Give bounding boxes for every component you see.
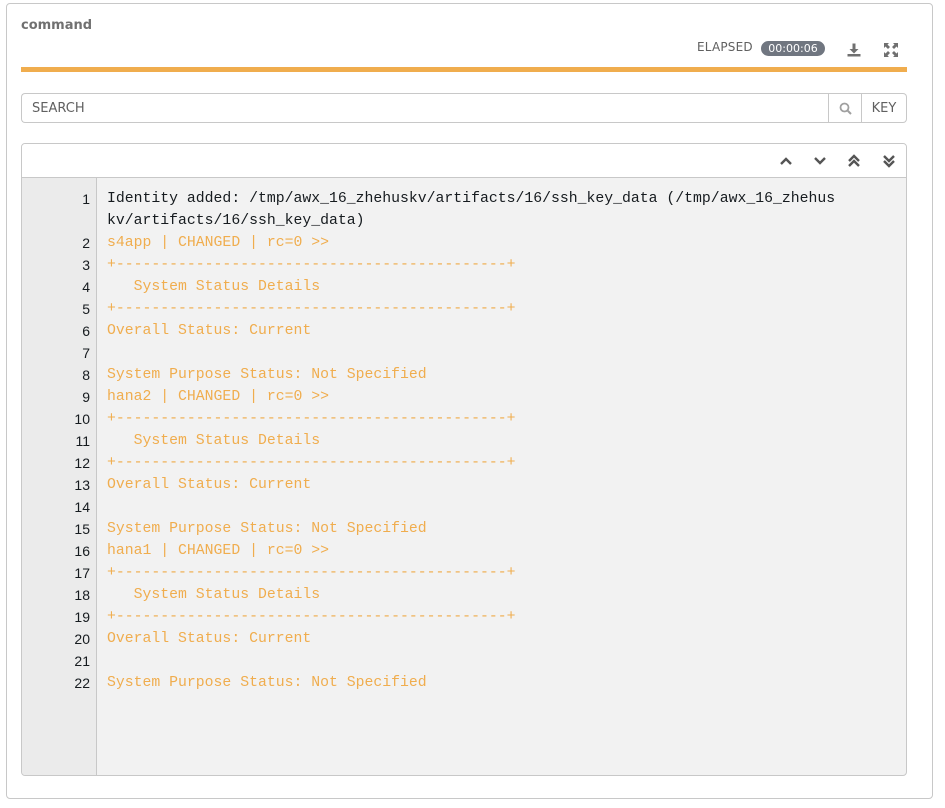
stdout-line: 13 Overall Status: Current bbox=[22, 474, 906, 496]
line-text: Overall Status: Current bbox=[107, 477, 312, 493]
stdout-body: 1 Identity added: /tmp/awx_16_zhehuskv/ar… bbox=[22, 178, 906, 775]
stdout-line: 2 s4app | CHANGED | rc=0 >> bbox=[22, 232, 906, 254]
expand-icon bbox=[884, 43, 898, 57]
stdout-panel: 1 Identity added: /tmp/awx_16_zhehuskv/ar… bbox=[21, 143, 907, 776]
stdout-line: 3 +--------------------------------------… bbox=[22, 254, 906, 276]
line-number: 20 bbox=[74, 631, 90, 647]
line-number: 4 bbox=[82, 279, 90, 295]
stdout-line: 5 +--------------------------------------… bbox=[22, 298, 906, 320]
line-number: 17 bbox=[74, 565, 90, 581]
line-text bbox=[96, 650, 837, 672]
line-text: hana2 | CHANGED | rc=0 >> bbox=[107, 389, 329, 405]
line-number: 2 bbox=[82, 235, 90, 251]
line-number: 5 bbox=[82, 301, 90, 317]
stdout-line: 7 bbox=[22, 342, 906, 364]
line-text: Identity added: /tmp/awx_16_zhehuskv/art… bbox=[107, 191, 836, 229]
line-text: System Purpose Status: Not Specified bbox=[107, 675, 427, 691]
job-progress-bar bbox=[21, 67, 907, 72]
line-number: 10 bbox=[74, 411, 90, 427]
line-text: +---------------------------------------… bbox=[107, 609, 516, 625]
stdout-line: 15 System Purpose Status: Not Specified bbox=[22, 518, 906, 540]
search-icon bbox=[839, 102, 852, 115]
line-text: Overall Status: Current bbox=[107, 323, 312, 339]
line-number: 9 bbox=[82, 389, 90, 405]
stdout-line: 12 +-------------------------------------… bbox=[22, 452, 906, 474]
stdout-line: 17 +-------------------------------------… bbox=[22, 562, 906, 584]
elapsed-time-badge: 00:00:06 bbox=[761, 41, 825, 56]
search-input[interactable] bbox=[21, 93, 828, 123]
stdout-line: 20 Overall Status: Current bbox=[22, 628, 906, 650]
elapsed-label: ELAPSED bbox=[697, 40, 753, 54]
stdout-line: 8 System Purpose Status: Not Specified bbox=[22, 364, 906, 386]
line-text: +---------------------------------------… bbox=[107, 257, 516, 273]
stdout-line: 10 +-------------------------------------… bbox=[22, 408, 906, 430]
line-number: 7 bbox=[82, 345, 90, 361]
line-number: 15 bbox=[74, 521, 90, 537]
download-button[interactable] bbox=[845, 41, 863, 59]
line-text: System Status Details bbox=[107, 433, 321, 449]
stdout-line: 1 Identity added: /tmp/awx_16_zhehuskv/ar… bbox=[22, 188, 906, 232]
line-text: +---------------------------------------… bbox=[107, 565, 516, 581]
scroll-bottom-button[interactable] bbox=[879, 151, 899, 171]
stdout-line: 14 bbox=[22, 496, 906, 518]
line-text: Overall Status: Current bbox=[107, 631, 312, 647]
stdout-line: 19 +-------------------------------------… bbox=[22, 606, 906, 628]
line-text: +---------------------------------------… bbox=[107, 411, 516, 427]
stdout-line: 21 bbox=[22, 650, 906, 672]
stdout-line: 16 hana1 | CHANGED | rc=0 >> bbox=[22, 540, 906, 562]
line-number: 6 bbox=[82, 323, 90, 339]
search-bar: KEY bbox=[21, 93, 907, 123]
double-chevron-down-icon bbox=[883, 155, 895, 168]
search-button[interactable] bbox=[828, 93, 862, 123]
scroll-down-button[interactable] bbox=[810, 151, 830, 171]
stdout-line: 18 System Status Details bbox=[22, 584, 906, 606]
stdout-line: 11 System Status Details bbox=[22, 430, 906, 452]
line-number: 21 bbox=[74, 653, 90, 669]
stdout-line: 9 hana2 | CHANGED | rc=0 >> bbox=[22, 386, 906, 408]
scroll-top-button[interactable] bbox=[844, 151, 864, 171]
download-icon bbox=[847, 43, 861, 57]
line-number: 22 bbox=[74, 675, 90, 691]
scroll-up-button[interactable] bbox=[776, 151, 796, 171]
line-number: 19 bbox=[74, 609, 90, 625]
chevron-down-icon bbox=[814, 157, 826, 165]
stdout-line: 4 System Status Details bbox=[22, 276, 906, 298]
line-number: 13 bbox=[74, 477, 90, 493]
line-text: s4app | CHANGED | rc=0 >> bbox=[107, 235, 329, 251]
stdout-line: 22 System Purpose Status: Not Specified bbox=[22, 672, 906, 694]
line-number: 12 bbox=[74, 455, 90, 471]
line-text bbox=[96, 496, 837, 518]
line-number: 3 bbox=[82, 257, 90, 273]
fullscreen-button[interactable] bbox=[882, 41, 900, 59]
line-number: 18 bbox=[74, 587, 90, 603]
double-chevron-up-icon bbox=[848, 154, 860, 167]
line-number: 8 bbox=[82, 367, 90, 383]
line-text: System Purpose Status: Not Specified bbox=[107, 521, 427, 537]
line-text: +---------------------------------------… bbox=[107, 301, 516, 317]
key-button[interactable]: KEY bbox=[862, 93, 907, 123]
line-number: 1 bbox=[82, 191, 90, 207]
chevron-up-icon bbox=[780, 157, 792, 165]
stdout-line: 6 Overall Status: Current bbox=[22, 320, 906, 342]
line-number: 16 bbox=[74, 543, 90, 559]
line-text: System Status Details bbox=[107, 279, 321, 295]
line-number: 14 bbox=[74, 499, 90, 515]
line-number: 11 bbox=[75, 433, 90, 449]
line-text: System Purpose Status: Not Specified bbox=[107, 367, 427, 383]
output-toolbar bbox=[22, 144, 906, 178]
panel-title: command bbox=[21, 18, 93, 33]
line-text: System Status Details bbox=[107, 587, 321, 603]
stdout-lines: 1 Identity added: /tmp/awx_16_zhehuskv/ar… bbox=[22, 188, 906, 694]
line-text: +---------------------------------------… bbox=[107, 455, 516, 471]
line-text bbox=[96, 342, 837, 364]
line-text: hana1 | CHANGED | rc=0 >> bbox=[107, 543, 329, 559]
